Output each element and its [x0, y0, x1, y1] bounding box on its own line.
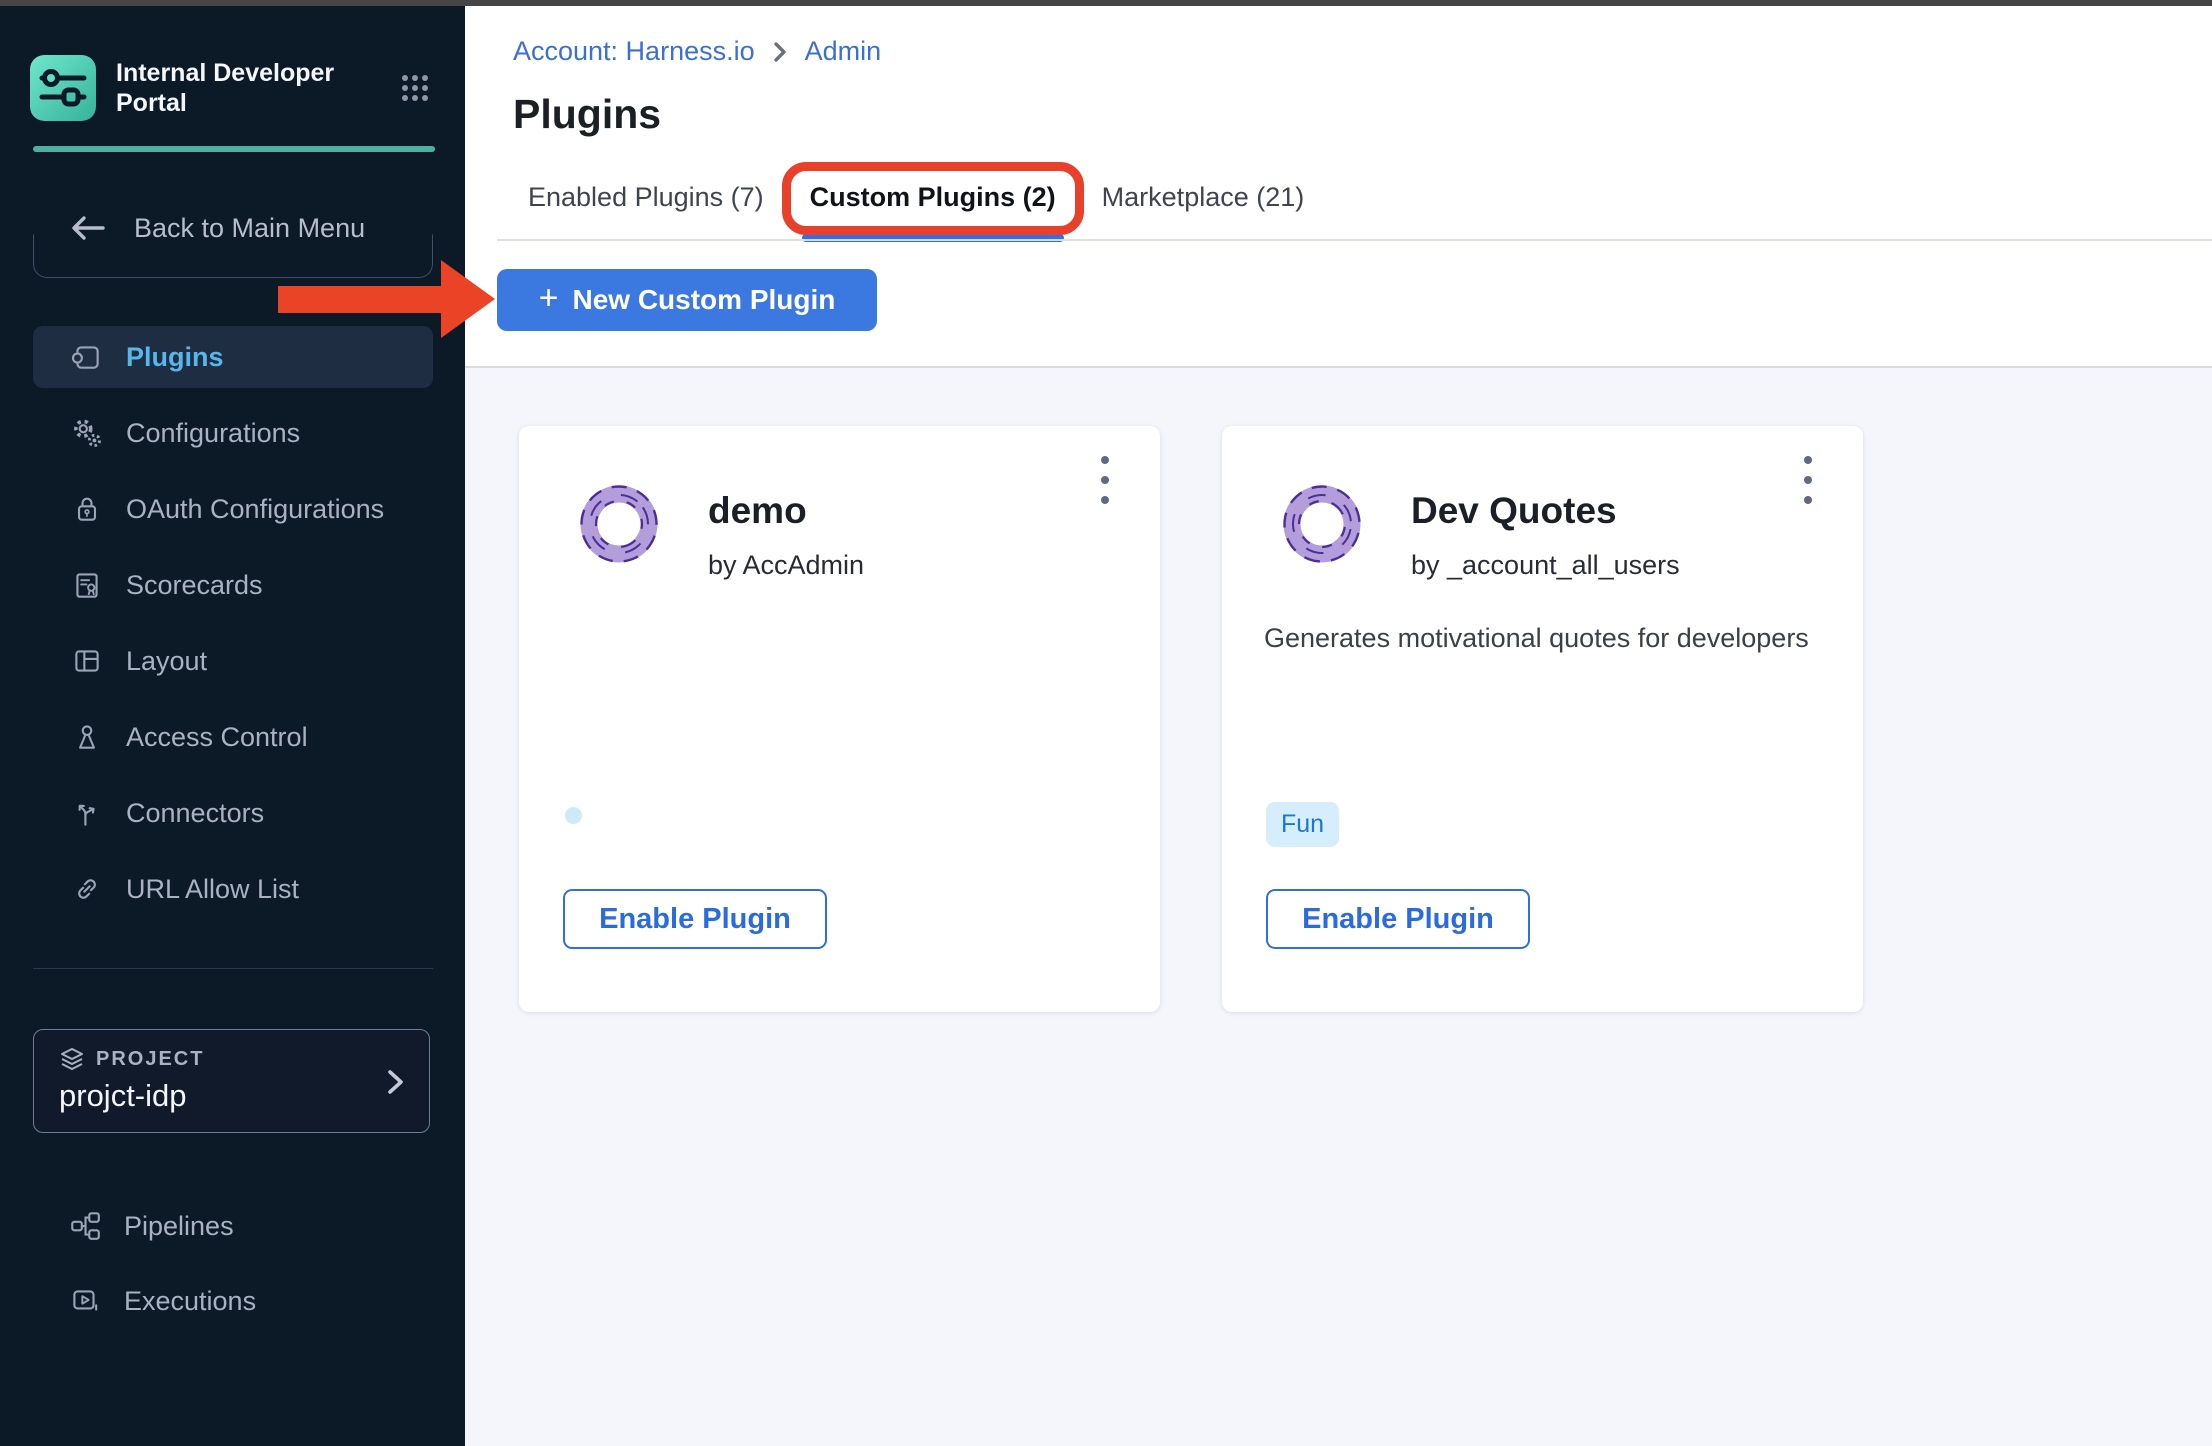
link-icon — [70, 872, 104, 906]
project-label: PROJECT — [96, 1048, 204, 1071]
sidebar: Internal Developer Portal Back to Main M… — [0, 6, 465, 1446]
gears-icon — [70, 416, 104, 450]
sidebar-item-label: Access Control — [126, 722, 308, 753]
sidebar-item-pipelines[interactable]: Pipelines — [0, 1194, 465, 1258]
sidebar-item-label: Scorecards — [126, 570, 263, 601]
sidebar-item-plugins[interactable]: Plugins — [0, 319, 465, 395]
sidebar-item-executions[interactable]: Executions — [0, 1269, 465, 1333]
sidebar-item-connectors[interactable]: Connectors — [0, 775, 465, 851]
harness-idp-logo-icon — [30, 55, 96, 121]
sidebar-item-label: URL Allow List — [126, 874, 299, 905]
plugin-card-demo: demo by AccAdmin Enable Plugin — [519, 426, 1160, 1012]
project-name: projct-idp — [59, 1078, 187, 1114]
breadcrumb: Account: Harness.io Admin — [513, 36, 881, 67]
plugin-author: by _account_all_users — [1411, 550, 1680, 581]
project-selector-header: PROJECT — [59, 1047, 204, 1071]
enable-plugin-button[interactable]: Enable Plugin — [1266, 889, 1530, 949]
sidebar-item-label: Executions — [124, 1286, 256, 1317]
layers-icon — [59, 1047, 85, 1071]
plugin-ring-logo-icon — [1276, 478, 1368, 570]
plugins-panel: demo by AccAdmin Enable Plugin Dev Quote… — [465, 366, 2212, 1446]
kebab-menu-icon[interactable] — [1090, 452, 1120, 508]
tabs-bottom-border — [497, 239, 2212, 241]
plugin-description: Generates motivational quotes for develo… — [1264, 620, 1827, 656]
branch-arrows-icon — [70, 796, 104, 830]
sidebar-item-label: Layout — [126, 646, 207, 677]
sidebar-header: Internal Developer Portal — [30, 55, 435, 121]
plugin-tag-fun: Fun — [1266, 802, 1339, 847]
module-grid-icon[interactable] — [395, 72, 435, 104]
brand-title: Internal Developer Portal — [116, 58, 348, 118]
plugin-author: by AccAdmin — [708, 550, 864, 581]
breadcrumb-account-link[interactable]: Account: Harness.io — [513, 36, 755, 67]
project-selector[interactable]: PROJECT projct-idp — [33, 1029, 430, 1133]
sidebar-item-label: Plugins — [126, 342, 224, 373]
plugin-card-dev-quotes: Dev Quotes by _account_all_users Generat… — [1222, 426, 1863, 1012]
sidebar-item-scorecards[interactable]: Scorecards — [0, 547, 465, 623]
pipeline-icon — [68, 1209, 102, 1243]
brand-divider — [33, 146, 435, 152]
tab-marketplace[interactable]: Marketplace (21) — [1102, 182, 1305, 213]
sidebar-item-url-allow-list[interactable]: URL Allow List — [0, 851, 465, 927]
breadcrumb-chevron-icon — [771, 40, 789, 64]
sidebar-divider — [33, 968, 433, 969]
plugin-cards: demo by AccAdmin Enable Plugin Dev Quote… — [519, 426, 1863, 1012]
kebab-menu-icon[interactable] — [1793, 452, 1823, 508]
sidebar-item-label: Connectors — [126, 798, 264, 829]
new-custom-plugin-label: New Custom Plugin — [572, 284, 835, 316]
tab-custom-plugins[interactable]: Custom Plugins (2) — [810, 182, 1056, 213]
puzzle-icon — [70, 340, 104, 374]
person-icon — [70, 720, 104, 754]
lock-icon — [70, 492, 104, 526]
plus-icon: + — [539, 279, 559, 318]
play-square-icon — [68, 1284, 102, 1318]
sidebar-nav: Plugins Configurations OAuth C — [0, 319, 465, 927]
app-root: Internal Developer Portal Back to Main M… — [0, 0, 2212, 1446]
new-custom-plugin-button[interactable]: + New Custom Plugin — [497, 269, 877, 331]
sidebar-item-label: Configurations — [126, 418, 300, 449]
enable-plugin-button[interactable]: Enable Plugin — [563, 889, 827, 949]
plugin-title: demo — [708, 490, 807, 532]
sidebar-item-label: Pipelines — [124, 1211, 234, 1242]
sidebar-item-configurations[interactable]: Configurations — [0, 395, 465, 471]
main-content: Account: Harness.io Admin Plugins Enable… — [465, 6, 2212, 1446]
empty-tag-dot — [565, 807, 582, 824]
scorecard-icon — [70, 568, 104, 602]
sidebar-item-oauth-configurations[interactable]: OAuth Configurations — [0, 471, 465, 547]
tab-custom-plugins-label: Custom Plugins (2) — [810, 182, 1056, 212]
sidebar-item-access-control[interactable]: Access Control — [0, 699, 465, 775]
sidebar-item-label: OAuth Configurations — [126, 494, 384, 525]
layout-icon — [70, 644, 104, 678]
tab-enabled-plugins[interactable]: Enabled Plugins (7) — [528, 182, 764, 213]
tabs: Enabled Plugins (7) Custom Plugins (2) M… — [528, 156, 1304, 239]
breadcrumb-admin-link[interactable]: Admin — [805, 36, 882, 67]
plugin-title: Dev Quotes — [1411, 490, 1617, 532]
sidebar-item-layout[interactable]: Layout — [0, 623, 465, 699]
page-title: Plugins — [513, 91, 661, 138]
plugin-ring-logo-icon — [573, 478, 665, 570]
back-menu-outline — [33, 234, 433, 278]
chevron-right-icon — [383, 1066, 407, 1098]
